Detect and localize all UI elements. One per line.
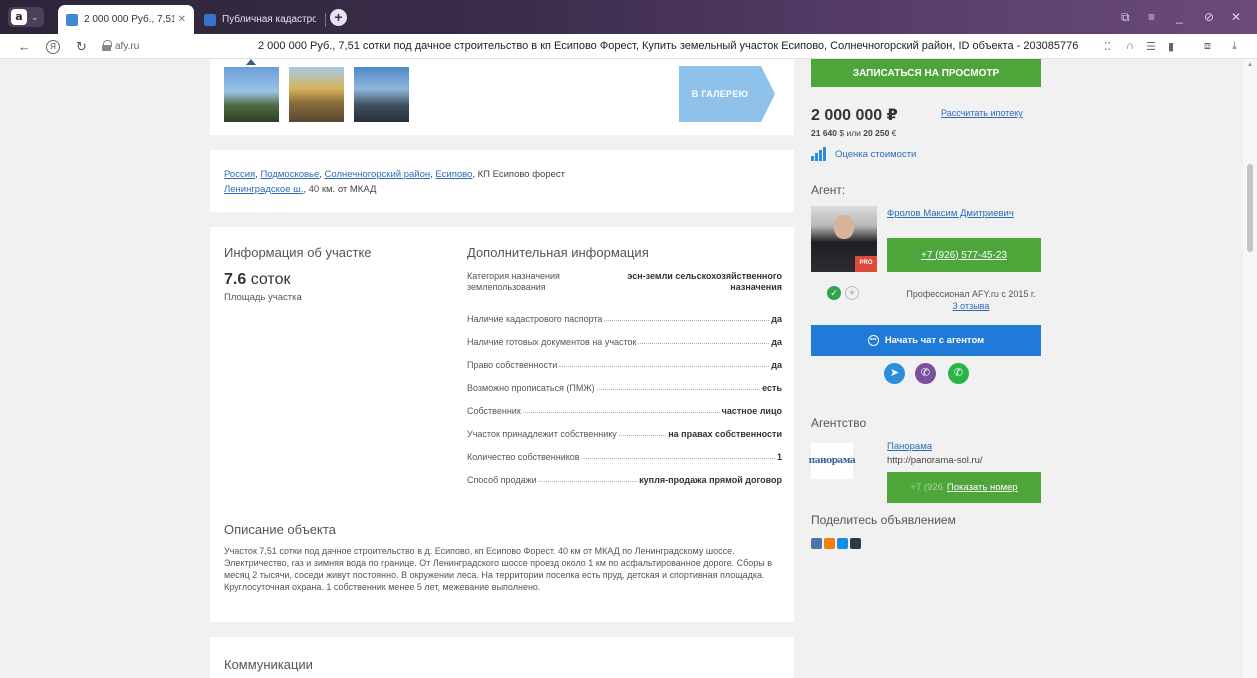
minimize-icon[interactable]: _ (1176, 10, 1183, 24)
chart-bars-icon (811, 147, 827, 161)
scrollbar-thumb[interactable] (1247, 164, 1253, 252)
gallery-thumbnail[interactable] (224, 59, 279, 122)
property-row: Категория назначения землепользования эс… (467, 271, 782, 292)
additional-info-heading: Дополнительная информация (467, 245, 649, 260)
agency-url: http://panorama-sol.ru/ (887, 455, 983, 466)
restore-icon[interactable]: ⊘ (1204, 10, 1214, 24)
price-conversion: 21 640 $ или 20 250 € (811, 128, 897, 138)
domain-label[interactable]: afy.ru (115, 41, 139, 52)
communications-card: Коммуникации (210, 637, 794, 678)
agency-logo[interactable]: панорама (809, 443, 856, 479)
chevron-down-icon: ⌄ (31, 11, 39, 22)
description-text: Участок 7,51 сотки под дачное строительс… (224, 546, 773, 592)
gallery-thumbnail[interactable] (354, 67, 409, 122)
headphones-icon[interactable]: ∩ (1126, 40, 1134, 52)
site-favicon-icon (66, 13, 78, 26)
property-row: Наличие готовых документов на участок да (467, 337, 782, 347)
page-content: В ГАЛЕРЕЮ Россия, Подмосковье, Солнечног… (0, 59, 1257, 678)
agent-experience: Профессионал AFY.ru с 2015 г. 3 отзыва (906, 289, 1036, 311)
reader-icon[interactable]: ⁚⁚ (1104, 40, 1111, 53)
distance-text: , 40 км. от МКАД (303, 184, 377, 195)
location-card: Россия, Подмосковье, Солнечногорский рай… (210, 150, 794, 212)
close-tab-icon[interactable]: ✕ (178, 14, 186, 25)
yandex-icon[interactable]: Я (46, 40, 60, 54)
mailru-icon[interactable] (837, 538, 848, 549)
property-row: Собственник частное лицо (467, 406, 782, 416)
pro-badge: PRO (855, 256, 877, 272)
gallery-card: В ГАЛЕРЕЮ (210, 59, 794, 135)
price: 2 000 000 ₽ (811, 107, 898, 124)
bookmark-icon[interactable]: ▮ (1168, 40, 1174, 53)
agent-phone-button[interactable]: +7 (926) 577-45-23 (887, 238, 1041, 272)
crumb-district[interactable]: Солнечногорский район (325, 169, 431, 180)
location-breadcrumb: Россия, Подмосковье, Солнечногорский рай… (224, 169, 565, 180)
property-row: Участок принадлежит собственнику на права… (467, 429, 782, 439)
highway-line: Ленинградское ш., 40 км. от МКАД (224, 182, 780, 197)
communications-heading: Коммуникации (224, 657, 313, 672)
page-title[interactable]: 2 000 000 Руб., 7,51 сотки под дачное ст… (258, 40, 1078, 52)
plot-info-card: Информация об участке 7.6 соток Площадь … (210, 227, 794, 622)
back-icon[interactable]: ← (18, 39, 31, 54)
page-scrollbar[interactable]: ▲ (1243, 59, 1257, 678)
vk-icon[interactable] (811, 538, 822, 549)
crumb-russia[interactable]: Россия (224, 169, 255, 180)
browser-logo-icon: a (11, 9, 27, 25)
description-heading: Описание объекта (224, 522, 336, 537)
property-row: Возможно прописаться (ПМЖ) есть (467, 383, 782, 393)
gallery-thumbnail[interactable] (289, 67, 344, 122)
agent-name-link[interactable]: Фролов Максим Дмитриевич (887, 208, 1014, 219)
telegram-icon[interactable]: ➤ (884, 363, 905, 384)
settlement-name: КП Есипово форест (477, 169, 565, 180)
verified-check-icon: ✓ (827, 286, 841, 300)
start-chat-button[interactable]: ••• Начать чат с агентом (811, 325, 1041, 356)
agent-heading: Агент: (811, 183, 846, 197)
area-value: 7.6 соток (224, 271, 291, 288)
menu-icon[interactable]: ≡ (1148, 10, 1155, 24)
whatsapp-icon[interactable]: ✆ (948, 363, 969, 384)
property-row: Способ продажи купля-продажа прямой догов… (467, 475, 782, 485)
show-number-button[interactable]: +7 (926 Показать номер (887, 472, 1041, 503)
tab-title: Публичная кадастровая к (222, 14, 316, 25)
lock-icon (102, 40, 112, 51)
area-label: Площадь участка (224, 292, 302, 303)
share-buttons (811, 538, 861, 549)
bookmarks-panel-icon[interactable]: ⧉ (1121, 10, 1130, 25)
extensions-icon[interactable]: ⧈ (1204, 40, 1211, 53)
map-favicon-icon (204, 13, 216, 26)
crumb-region[interactable]: Подмосковье (260, 169, 319, 180)
rating-star-icon: ★ (845, 286, 859, 300)
crumb-village[interactable]: Есипово (435, 169, 472, 180)
property-row: Право собственности да (467, 360, 782, 370)
browser-menu-button[interactable]: a ⌄ (8, 7, 44, 27)
additional-info-list: Категория назначения землепользования эс… (467, 271, 782, 485)
reload-icon[interactable]: ↻ (76, 39, 87, 55)
scroll-up-icon[interactable]: ▲ (1247, 62, 1253, 68)
viber-icon[interactable]: ✆ (915, 363, 936, 384)
tab-listing[interactable]: 2 000 000 Руб., 7,51 сот ✕ (58, 5, 194, 34)
property-row: Наличие кадастрового паспорта да (467, 314, 782, 324)
price-estimate-link[interactable]: Оценка стоимости (811, 147, 916, 161)
browser-tab-bar: a ⌄ 2 000 000 Руб., 7,51 сот ✕ Публичная… (0, 0, 1257, 34)
agency-name-link[interactable]: Панорама (887, 441, 932, 452)
plot-info-heading: Информация об участке (224, 245, 372, 260)
translate-icon[interactable]: ☰ (1146, 40, 1156, 53)
tab-title: 2 000 000 Руб., 7,51 сот (84, 14, 174, 25)
reviews-link[interactable]: 3 отзыва (953, 301, 990, 311)
schedule-viewing-button[interactable]: ЗАПИСАТЬСЯ НА ПРОСМОТР (811, 59, 1041, 87)
agency-heading: Агентство (811, 416, 867, 430)
share-heading: Поделитесь объявлением (811, 513, 956, 527)
highway-link[interactable]: Ленинградское ш. (224, 184, 303, 195)
mortgage-calculator-link[interactable]: Рассчитать ипотеку (941, 108, 1023, 118)
odnoklassniki-icon[interactable] (824, 538, 835, 549)
open-gallery-button[interactable]: В ГАЛЕРЕЮ (679, 66, 775, 122)
property-row: Количество собственников 1 (467, 452, 782, 462)
tab-cadastral-map[interactable]: Публичная кадастровая к (196, 5, 326, 34)
download-icon[interactable]: ⤓ (1232, 40, 1237, 53)
livejournal-icon[interactable] (850, 538, 861, 549)
address-bar: ← Я ↻ afy.ru 2 000 000 Руб., 7,51 сотки … (0, 34, 1257, 59)
new-tab-button[interactable]: + (330, 9, 347, 26)
chat-icon: ••• (867, 335, 879, 346)
close-window-icon[interactable]: ✕ (1231, 10, 1241, 24)
